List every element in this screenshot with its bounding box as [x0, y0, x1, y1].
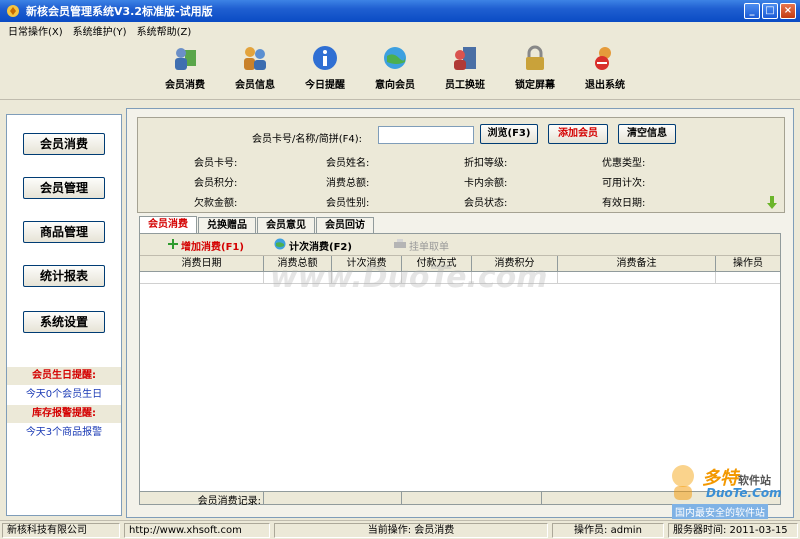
card-no-label: 会员卡号: [194, 158, 238, 169]
col-operator[interactable]: 操作员 [716, 256, 780, 272]
member-info-icon [244, 47, 266, 70]
globe-icon [274, 238, 286, 250]
add-consume-button[interactable]: 增加消费(F1) [181, 238, 244, 253]
status-operator: 操作员: admin [552, 523, 664, 538]
debt-amount-label: 欠款金额: [194, 198, 238, 209]
toolbar-intent-member[interactable]: 意向会员 [360, 44, 430, 91]
left-nav-panel: 会员消费 会员管理 商品管理 统计报表 系统设置 会员生日提醒: 今天0个会员生… [6, 114, 122, 516]
col-consume-points[interactable]: 消费积分 [472, 256, 558, 272]
toolbar: 会员消费 会员信息 今日提醒 意向会员 员工换班 锁定屏幕 退出系统 [0, 38, 800, 100]
nav-settings-button[interactable]: 系统设置 [23, 311, 105, 333]
member-status-label: 会员状态: [464, 198, 508, 209]
col-count-consume[interactable]: 计次消费 [332, 256, 402, 272]
employee-shift-icon [454, 47, 476, 70]
card-balance-label: 卡内余额: [464, 178, 508, 189]
card-search-input[interactable] [378, 126, 474, 144]
member-gender-label: 会员性别: [326, 198, 370, 209]
nav-goods-manage-button[interactable]: 商品管理 [23, 221, 105, 243]
table-header: 消费日期 消费总额 计次消费 付款方式 消费积分 消费备注 操作员 [140, 256, 780, 272]
status-url[interactable]: http://www.xhsoft.com [124, 523, 270, 538]
stock-alert-link[interactable]: 今天3个商品报警 [7, 425, 121, 441]
globe-people-icon [384, 47, 406, 69]
tab-member-consume[interactable]: 会员消费 [139, 216, 197, 234]
info-icon [313, 46, 337, 70]
status-current-operation: 当前操作: 会员消费 [274, 523, 548, 538]
toolbar-employee-shift[interactable]: 员工换班 [430, 44, 500, 91]
menu-bar: 日常操作(X) 系统维护(Y) 系统帮助(Z) [0, 22, 800, 38]
tab-exchange-gift[interactable]: 兑换赠品 [198, 217, 256, 234]
toolbar-member-consume[interactable]: 会员消费 [150, 44, 220, 91]
available-count-label: 可用计次: [602, 178, 646, 189]
col-consume-note[interactable]: 消费备注 [558, 256, 716, 272]
hang-order-button: 挂单取单 [409, 242, 449, 253]
main-panel: 会员卡号/名称/简拼(F4): 浏览(F3) 添加会员 清空信息 会员卡号: 会… [126, 108, 794, 518]
discount-level-label: 折扣等级: [464, 158, 508, 169]
member-points-label: 会员积分: [194, 178, 238, 189]
add-member-button[interactable]: 添加会员 [548, 124, 608, 144]
arrow-down-icon[interactable] [766, 196, 778, 210]
col-consume-date[interactable]: 消费日期 [140, 256, 264, 272]
plus-icon [168, 239, 178, 249]
nav-member-consume-button[interactable]: 会员消费 [23, 133, 105, 155]
window-title: 新核会员管理系统V3.2标准版-试用版 [26, 5, 213, 18]
menu-daily[interactable]: 日常操作(X) [8, 23, 63, 38]
table-row[interactable] [140, 272, 780, 284]
lock-icon [526, 45, 544, 70]
tab-strip: 会员消费 兑换赠品 会员意见 会员回访 [139, 216, 375, 234]
clear-info-button[interactable]: 清空信息 [618, 124, 676, 144]
menu-maintenance[interactable]: 系统维护(Y) [73, 23, 127, 38]
consume-record-footer: 会员消费记录: [139, 491, 781, 507]
col-consume-total[interactable]: 消费总额 [264, 256, 332, 272]
col-payment-method[interactable]: 付款方式 [402, 256, 472, 272]
tab-member-visit[interactable]: 会员回访 [316, 217, 374, 234]
browse-button[interactable]: 浏览(F3) [480, 124, 538, 144]
toolbar-member-info[interactable]: 会员信息 [220, 44, 290, 91]
valid-date-label: 有效日期: [602, 198, 646, 209]
nav-statistics-button[interactable]: 统计报表 [23, 265, 105, 287]
action-bar: 增加消费(F1) 计次消费(F2) 挂单取单 [140, 234, 780, 256]
card-search-label: 会员卡号/名称/简拼(F4): [252, 134, 363, 145]
member-name-label: 会员姓名: [326, 158, 370, 169]
menu-help[interactable]: 系统帮助(Z) [137, 23, 192, 38]
status-server-time: 服务器时间: 2011-03-15 [668, 523, 798, 538]
printer-icon [394, 239, 406, 248]
consume-total-label: 消费总额: [326, 178, 370, 189]
maximize-button[interactable]: □ [762, 3, 778, 19]
status-company: 新核科技有限公司 [2, 523, 120, 538]
tab-member-opinion[interactable]: 会员意见 [257, 217, 315, 234]
tab-content: 增加消费(F1) 计次消费(F2) 挂单取单 消费日期 消费总额 计次消费 付款… [139, 233, 781, 503]
status-bar: 新核科技有限公司 http://www.xhsoft.com 当前操作: 会员消… [0, 520, 800, 539]
member-consume-icon [175, 48, 196, 70]
discount-type-label: 优惠类型: [602, 158, 646, 169]
birthday-reminder-title: 会员生日提醒: [7, 367, 121, 385]
nav-member-manage-button[interactable]: 会员管理 [23, 177, 105, 199]
consume-record-label: 会员消费记录: [140, 492, 264, 507]
exit-icon [595, 47, 611, 70]
toolbar-lock-screen[interactable]: 锁定屏幕 [500, 44, 570, 91]
toolbar-exit-system[interactable]: 退出系统 [570, 44, 640, 91]
minimize-button[interactable]: _ [744, 3, 760, 19]
count-consume-button[interactable]: 计次消费(F2) [289, 238, 352, 253]
member-info-panel: 会员卡号/名称/简拼(F4): 浏览(F3) 添加会员 清空信息 会员卡号: 会… [137, 117, 785, 213]
toolbar-today-reminder[interactable]: 今日提醒 [290, 44, 360, 91]
title-bar: 新核会员管理系统V3.2标准版-试用版 _ □ × [0, 0, 800, 22]
birthday-reminder-link[interactable]: 今天0个会员生日 [7, 387, 121, 403]
close-button[interactable]: × [780, 3, 796, 19]
app-icon [7, 5, 19, 17]
stock-alert-title: 库存报警提醒: [7, 405, 121, 423]
